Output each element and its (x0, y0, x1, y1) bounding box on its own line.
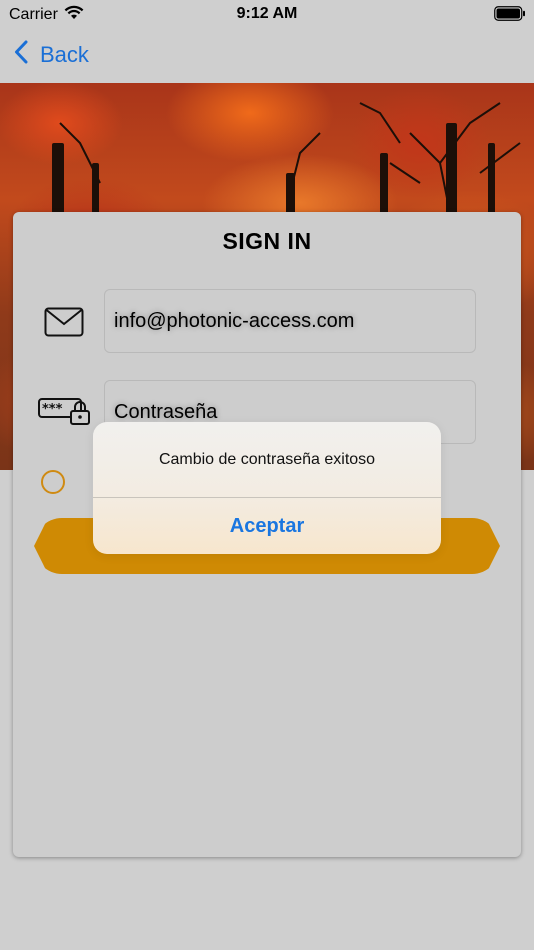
password-lock-icon: *** (38, 398, 92, 431)
alert-dialog: Cambio de contraseña exitoso Aceptar (93, 422, 441, 554)
battery-icon (494, 6, 526, 26)
card-title: SIGN IN (222, 228, 312, 254)
back-label: Back (40, 42, 89, 67)
status-bar: Carrier 9:12 AM (0, 0, 534, 28)
back-button[interactable]: Back (14, 39, 89, 71)
alert-message: Cambio de contraseña exitoso (158, 451, 376, 468)
chevron-left-icon (14, 40, 28, 70)
navigation-bar: Back (0, 28, 534, 82)
svg-text:***: *** (42, 402, 63, 417)
remember-me-radio[interactable] (41, 470, 65, 494)
accept-button[interactable]: Aceptar (93, 498, 441, 554)
status-time: 9:12 AM (236, 5, 298, 22)
mail-icon (44, 307, 84, 342)
email-field[interactable]: info@photonic-access.com (104, 289, 476, 353)
